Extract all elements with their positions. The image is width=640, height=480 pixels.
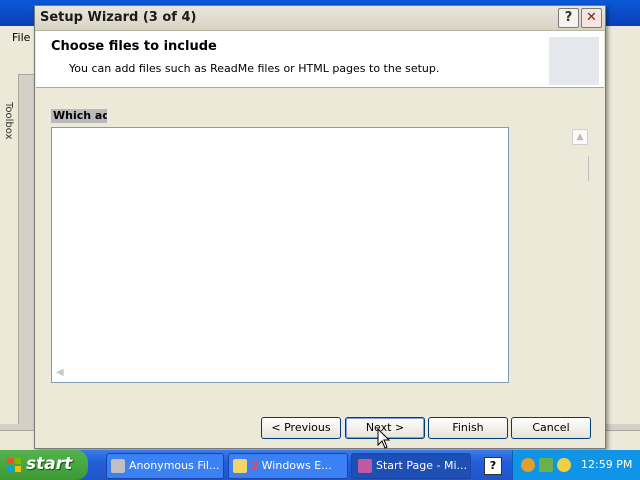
header-subtitle: You can add files such as ReadMe files o…: [69, 62, 440, 75]
help-tray-icon[interactable]: ?: [484, 457, 502, 475]
task-count: 2: [251, 459, 259, 472]
cancel-button[interactable]: Cancel: [511, 417, 591, 439]
folder-icon: [233, 459, 247, 473]
dialog-title: Setup Wizard (3 of 4): [40, 10, 197, 25]
scroll-up-icon: ▲: [572, 129, 588, 145]
task-label: Anonymous Fil...: [129, 459, 220, 472]
menu-file[interactable]: File: [12, 31, 30, 44]
question-label: Which ad: [51, 109, 107, 123]
setup-wizard-dialog: Setup Wizard (3 of 4) ? ✕ Choose files t…: [34, 5, 606, 449]
windows-logo-icon: [7, 458, 21, 472]
scroll-left-icon: ◀: [56, 367, 64, 378]
wizard-header: Choose files to include You can add file…: [36, 31, 604, 88]
header-title: Choose files to include: [51, 39, 217, 54]
app-icon: [111, 459, 125, 473]
toolbox-tab-label: Toolbox: [3, 102, 14, 140]
dialog-title-bar[interactable]: Setup Wizard (3 of 4) ? ✕: [35, 6, 605, 31]
tray-icon-1[interactable]: [521, 458, 535, 472]
tray-icon-3[interactable]: [557, 458, 571, 472]
toolbox-panel[interactable]: Toolbox: [0, 74, 19, 424]
close-button[interactable]: ✕: [581, 8, 602, 28]
wizard-banner-image: [549, 37, 599, 85]
previous-button[interactable]: < Previous: [261, 417, 341, 439]
tray-icon-2[interactable]: [539, 458, 553, 472]
divider: [588, 156, 589, 181]
ide-right-panel: [604, 74, 640, 424]
taskbar-item-anonymous[interactable]: Anonymous Fil...: [106, 453, 224, 479]
files-listbox[interactable]: ◀: [51, 127, 509, 383]
start-label: start: [26, 454, 73, 474]
help-button[interactable]: ?: [558, 8, 579, 28]
task-label: Start Page - Mi...: [376, 459, 467, 472]
task-label: Windows E...: [261, 459, 332, 472]
mouse-cursor-icon: [377, 428, 391, 449]
clock: 12:59 PM: [581, 458, 633, 471]
start-button[interactable]: start: [0, 450, 88, 480]
taskbar-item-windows-explorer[interactable]: 2 Windows E...: [228, 453, 348, 479]
finish-button[interactable]: Finish: [428, 417, 508, 439]
taskbar: start Anonymous Fil... 2 Windows E... Sta…: [0, 450, 640, 480]
visual-studio-icon: [358, 459, 372, 473]
system-tray: 12:59 PM: [512, 450, 640, 480]
taskbar-item-start-page[interactable]: Start Page - Mi...: [351, 453, 471, 479]
